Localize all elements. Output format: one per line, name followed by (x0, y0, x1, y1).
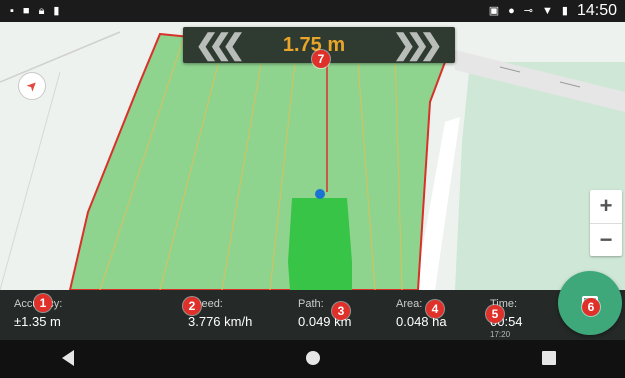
zoom-controls: + − (590, 190, 622, 256)
callout-marker: 5 (486, 305, 504, 323)
zoom-out-button[interactable]: − (590, 224, 622, 257)
info-bar: Accuracy: ±1.35 m Speed: 3.776 km/h Path… (0, 290, 625, 340)
callout-marker: 2 (183, 297, 201, 315)
notification-icon: ▪ (10, 4, 14, 17)
zoom-in-button[interactable]: + (590, 190, 622, 224)
status-left: ▪ ■ 🔒︎ ▮ (10, 4, 60, 17)
accuracy-value: ±1.35 m (14, 314, 61, 329)
speed-value: 3.776 km/h (188, 314, 253, 329)
callout-marker: 1 (34, 294, 52, 312)
compass-icon: ➤ (22, 76, 41, 95)
lock-icon: 🔒︎ (38, 4, 45, 17)
compass-button[interactable]: ➤ (18, 72, 46, 100)
steer-left-icon: ❮❮❮ (195, 29, 245, 60)
callout-marker: 4 (426, 300, 444, 318)
callout-marker: 7 (312, 50, 330, 68)
message-icon: ■ (22, 4, 30, 17)
callout-marker: 6 (582, 298, 600, 316)
vehicle-position-icon (315, 189, 325, 199)
cast-icon: ▣ (488, 4, 500, 17)
status-right: ▣ ● ⊸ ▼ ▮ 14:50 (489, 2, 617, 20)
time-subvalue: 17:20 (490, 330, 511, 339)
back-button[interactable] (62, 350, 74, 366)
status-bar: ▪ ■ 🔒︎ ▮ ▣ ● ⊸ ▼ ▮ 14:50 (0, 0, 625, 22)
location-icon: ● (508, 4, 515, 17)
callout-marker: 3 (332, 302, 350, 320)
status-clock: 14:50 (576, 2, 617, 19)
battery-icon: ▮ (561, 4, 568, 17)
home-button[interactable] (306, 351, 320, 365)
recent-apps-button[interactable] (542, 351, 556, 365)
wifi-icon: ▼ (542, 4, 553, 17)
key-icon: ⊸ (523, 4, 533, 17)
coverage-area (288, 198, 352, 290)
steer-right-icon: ❯❯❯ (392, 29, 443, 60)
navigation-bar (0, 340, 625, 378)
sd-card-icon: ▮ (53, 4, 60, 17)
